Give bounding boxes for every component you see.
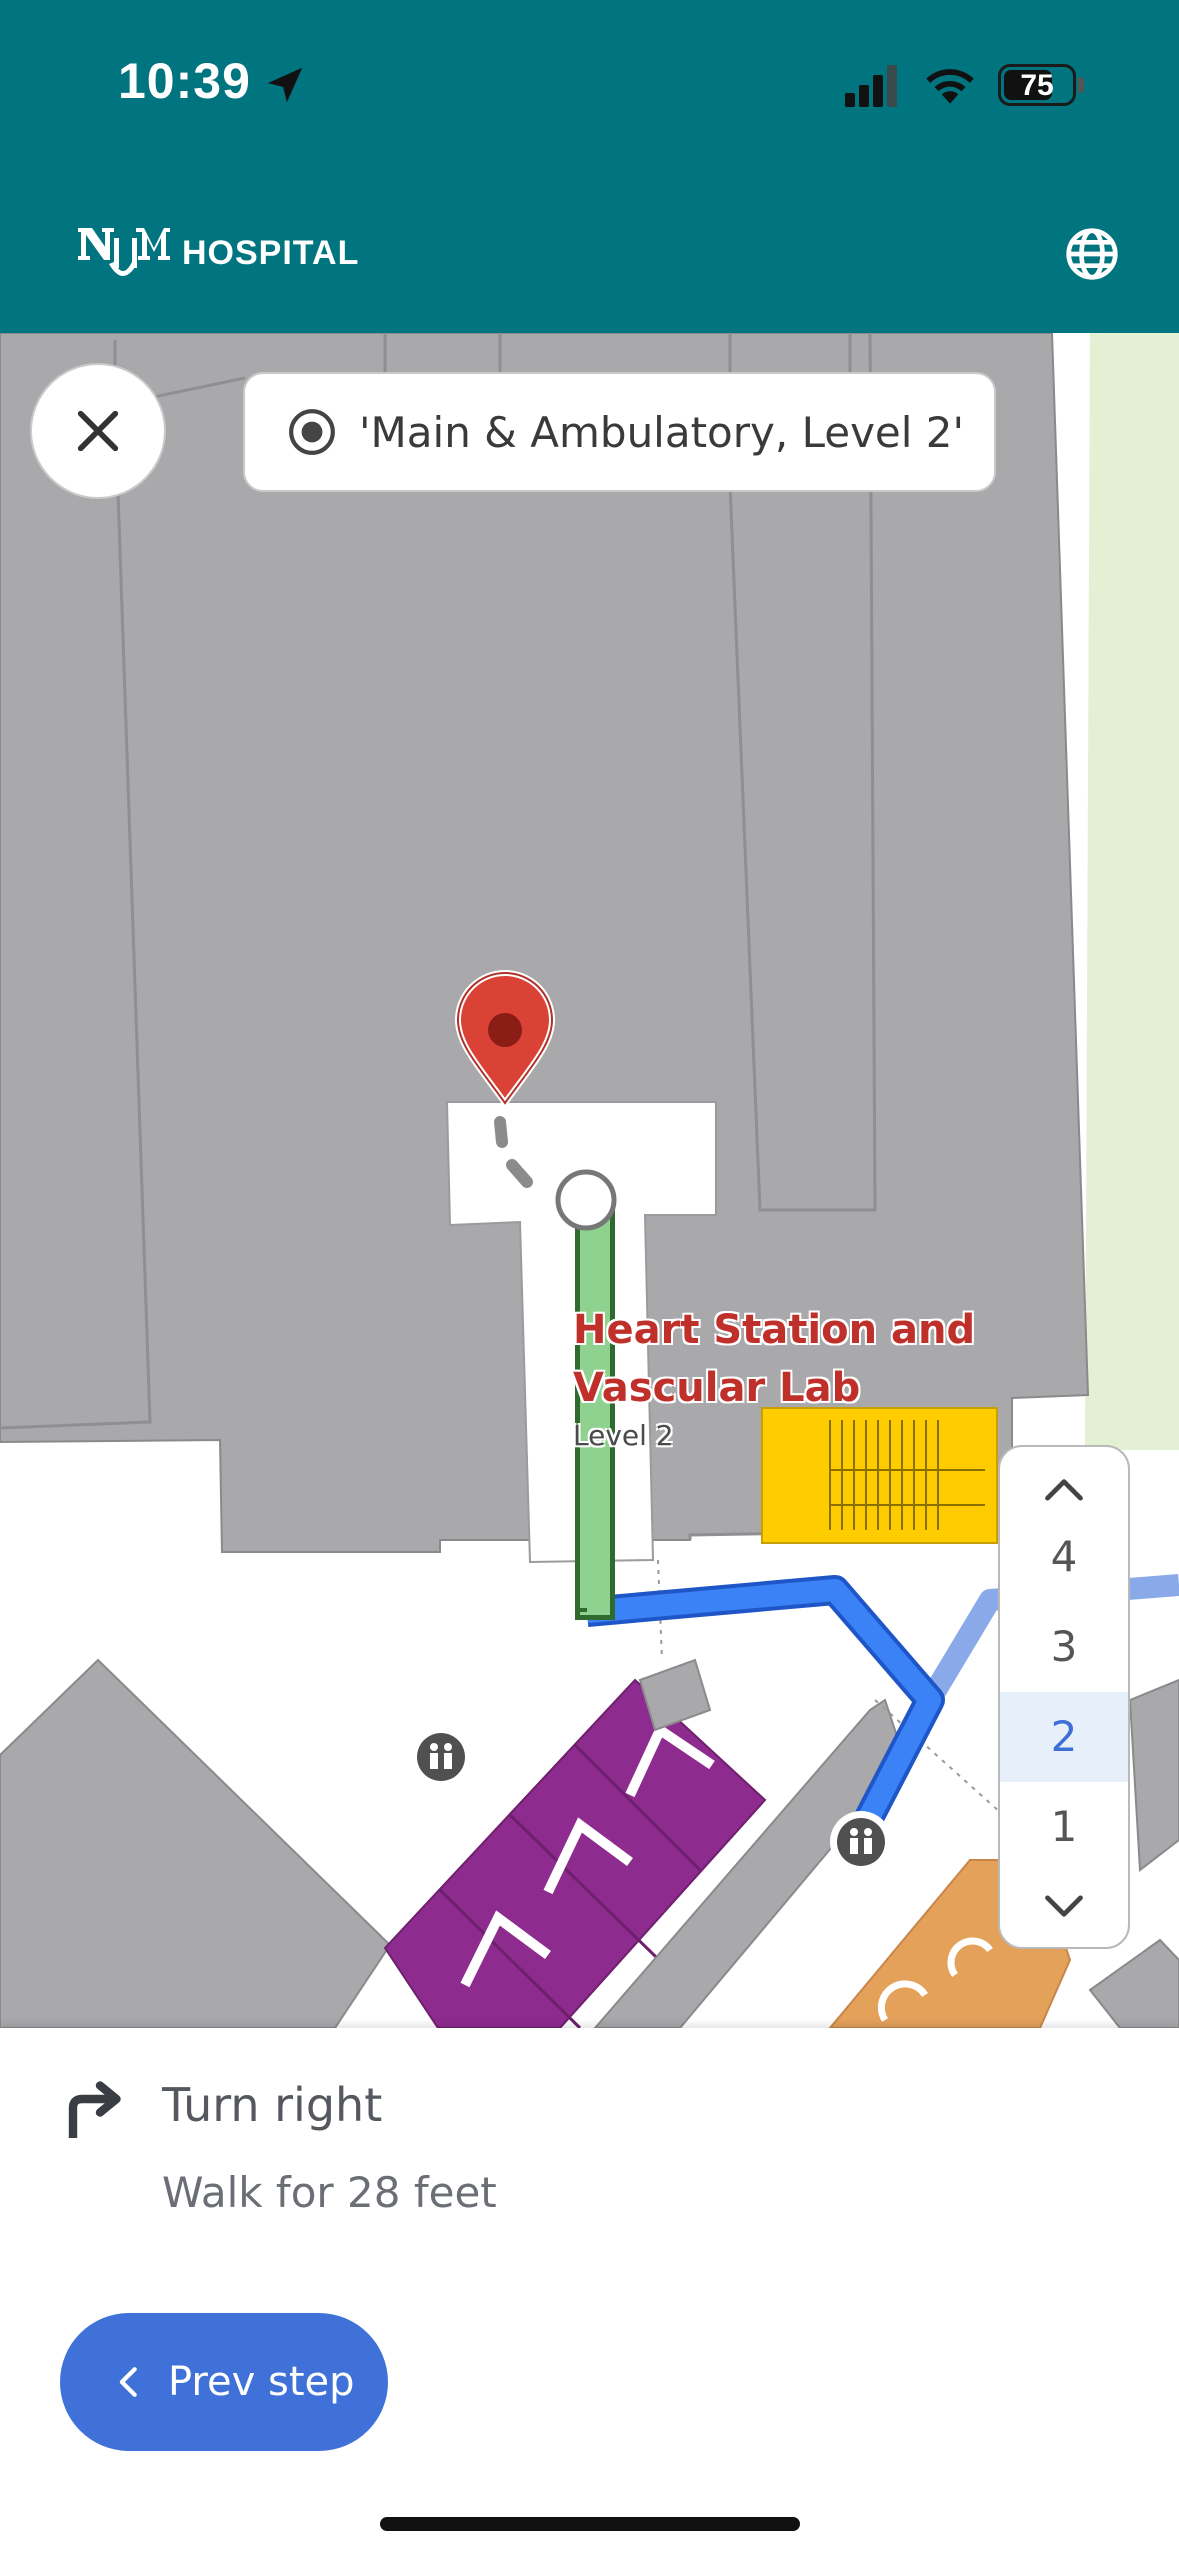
floor-selector[interactable]: 4 3 2 1 xyxy=(998,1445,1130,1949)
globe-language-icon[interactable] xyxy=(1064,226,1120,282)
brand-name: HOSPITAL xyxy=(182,234,360,272)
chevron-up-icon xyxy=(1045,1479,1083,1501)
floor-up-button[interactable] xyxy=(1000,1459,1128,1519)
location-arrow-icon xyxy=(267,67,303,103)
battery-percent: 75 xyxy=(1020,69,1054,102)
instruction-title: Turn right xyxy=(162,2078,383,2132)
battery-tip xyxy=(1078,77,1084,93)
cellular-signal-icon xyxy=(845,65,897,107)
restroom-marker-icon-2 xyxy=(830,1811,892,1873)
close-icon xyxy=(77,410,119,452)
restroom-marker-icon xyxy=(410,1726,472,1788)
level-chip-label: 'Main & Ambulatory, Level 2' xyxy=(359,407,965,457)
floor-down-button[interactable] xyxy=(1000,1877,1128,1937)
unm-logo-icon xyxy=(78,228,170,276)
chevron-left-icon xyxy=(119,2367,137,2397)
floor-option-3[interactable]: 3 xyxy=(1000,1602,1128,1692)
destination-name-line2: Vascular Lab xyxy=(573,1365,861,1411)
status-time: 10:39 xyxy=(118,53,251,109)
prev-step-label: Prev step xyxy=(168,2359,355,2405)
wifi-icon xyxy=(926,69,974,104)
app-header: 10:39 75 HOSPITAL xyxy=(0,0,1179,333)
close-navigation-button[interactable] xyxy=(30,363,166,499)
floor-option-2-selected[interactable]: 2 xyxy=(1000,1692,1128,1782)
floor-option-4[interactable]: 4 xyxy=(1000,1512,1128,1602)
turn-right-icon xyxy=(68,2081,121,2138)
destination-level: Level 2 xyxy=(573,1419,674,1452)
home-indicator[interactable] xyxy=(380,2517,800,2531)
instruction-detail: Walk for 28 feet xyxy=(162,2168,497,2217)
floor-option-1[interactable]: 1 xyxy=(1000,1782,1128,1872)
destination-name[interactable]: Heart Station and Vascular Lab xyxy=(573,1301,993,1417)
eye-icon xyxy=(289,409,335,455)
chevron-down-icon xyxy=(1045,1895,1083,1917)
battery-icon: 75 xyxy=(998,64,1076,106)
level-indicator-chip[interactable]: 'Main & Ambulatory, Level 2' xyxy=(243,372,996,492)
destination-name-line1: Heart Station and xyxy=(573,1307,976,1353)
prev-step-button[interactable]: Prev step xyxy=(60,2313,388,2451)
